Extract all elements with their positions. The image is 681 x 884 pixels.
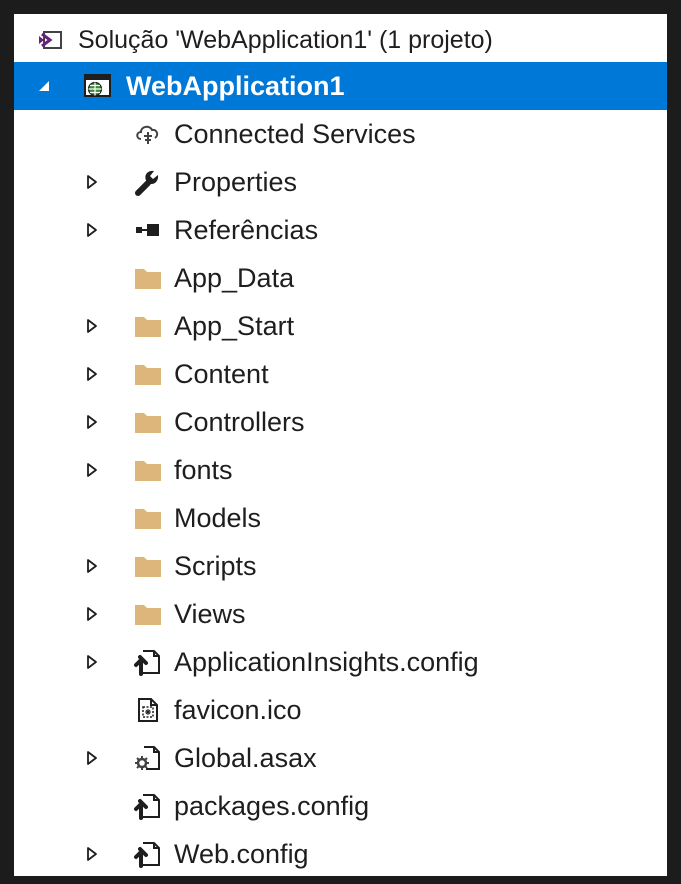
item-label: Views <box>174 598 246 629</box>
config-file-icon <box>132 791 164 821</box>
tree-item-favicon[interactable]: favicon.ico <box>14 686 667 734</box>
solution-explorer-panel: Solução 'WebApplication1' (1 projeto) We… <box>14 14 667 876</box>
folder-icon <box>132 263 164 293</box>
folder-icon <box>132 407 164 437</box>
references-icon <box>132 215 164 245</box>
item-label: Global.asax <box>174 742 317 773</box>
expand-arrow-icon[interactable] <box>84 556 100 576</box>
project-label: WebApplication1 <box>126 70 345 101</box>
collapse-arrow-icon[interactable] <box>36 76 52 96</box>
tree-item-fonts[interactable]: fonts <box>14 446 667 494</box>
item-label: ApplicationInsights.config <box>174 646 479 677</box>
wrench-icon <box>132 167 164 197</box>
solution-label: Solução 'WebApplication1' (1 projeto) <box>78 25 493 54</box>
folder-icon <box>132 599 164 629</box>
config-file-icon <box>132 647 164 677</box>
tree-item-content[interactable]: Content <box>14 350 667 398</box>
tree-item-scripts[interactable]: Scripts <box>14 542 667 590</box>
expand-arrow-icon[interactable] <box>84 316 100 336</box>
item-label: favicon.ico <box>174 694 302 725</box>
solution-tree: Solução 'WebApplication1' (1 projeto) We… <box>14 18 667 876</box>
folder-icon <box>132 359 164 389</box>
item-label: Web.config <box>174 838 309 869</box>
config-file-icon <box>132 839 164 869</box>
tree-item-project[interactable]: WebApplication1 <box>14 62 667 110</box>
expand-arrow-icon[interactable] <box>84 460 100 480</box>
tree-item-app-data[interactable]: App_Data <box>14 254 667 302</box>
ico-file-icon <box>132 695 164 725</box>
folder-icon <box>132 551 164 581</box>
expand-arrow-icon[interactable] <box>84 220 100 240</box>
item-label: fonts <box>174 454 233 485</box>
expand-arrow-icon[interactable] <box>84 412 100 432</box>
item-label: packages.config <box>174 790 370 821</box>
folder-icon <box>132 455 164 485</box>
item-label: App_Data <box>174 262 295 293</box>
expand-arrow-icon[interactable] <box>84 604 100 624</box>
item-label: Connected Services <box>174 118 416 149</box>
folder-icon <box>132 311 164 341</box>
folder-icon <box>132 503 164 533</box>
item-label: Controllers <box>174 406 305 437</box>
tree-item-solution[interactable]: Solução 'WebApplication1' (1 projeto) <box>14 18 667 62</box>
expand-arrow-icon[interactable] <box>84 172 100 192</box>
item-label: Models <box>174 502 262 533</box>
item-label: App_Start <box>174 310 295 341</box>
item-label: Content <box>174 358 269 389</box>
expand-arrow-icon[interactable] <box>84 844 100 864</box>
tree-item-web-config[interactable]: Web.config <box>14 830 667 876</box>
solution-icon <box>34 25 66 55</box>
item-label: Referências <box>174 214 319 245</box>
expand-arrow-icon[interactable] <box>84 364 100 384</box>
item-label: Properties <box>174 166 298 197</box>
tree-item-controllers[interactable]: Controllers <box>14 398 667 446</box>
web-project-icon <box>82 71 114 101</box>
tree-item-applicationinsights-config[interactable]: ApplicationInsights.config <box>14 638 667 686</box>
expand-arrow-icon[interactable] <box>84 748 100 768</box>
tree-item-references[interactable]: Referências <box>14 206 667 254</box>
tree-item-models[interactable]: Models <box>14 494 667 542</box>
expand-arrow-icon[interactable] <box>84 652 100 672</box>
tree-item-app-start[interactable]: App_Start <box>14 302 667 350</box>
connected-services-icon <box>132 119 164 149</box>
tree-item-views[interactable]: Views <box>14 590 667 638</box>
tree-item-packages-config[interactable]: packages.config <box>14 782 667 830</box>
tree-item-connected-services[interactable]: Connected Services <box>14 110 667 158</box>
tree-item-properties[interactable]: Properties <box>14 158 667 206</box>
item-label: Scripts <box>174 550 257 581</box>
tree-item-global-asax[interactable]: Global.asax <box>14 734 667 782</box>
asax-file-icon <box>132 743 164 773</box>
